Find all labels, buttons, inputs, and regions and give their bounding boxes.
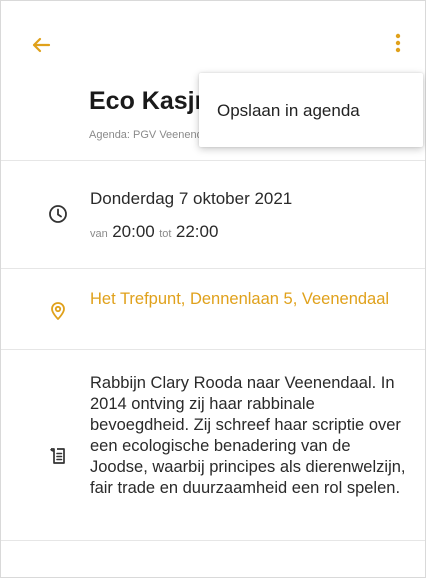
event-description: Rabbijn Clary Rooda naar Veenendaal. In …: [90, 374, 406, 497]
arrow-left-icon: [32, 37, 51, 53]
event-date: Donderdag 7 oktober 2021: [90, 189, 293, 208]
clock-icon: [49, 205, 67, 223]
top-app-bar: [1, 1, 425, 75]
event-location[interactable]: Het Trefpunt, Dennenlaan 5, Veenendaal: [90, 289, 390, 310]
end-time: 22:00: [175, 222, 219, 241]
back-button[interactable]: [29, 33, 53, 57]
more-options-button[interactable]: [386, 31, 410, 57]
start-time: 20:00: [112, 222, 155, 241]
notes-icon: [50, 448, 65, 464]
divider: [1, 349, 425, 350]
location-pin-icon: [51, 302, 65, 320]
divider: [1, 160, 425, 161]
divider: [1, 268, 425, 269]
event-time: van 20:00 tot 22:00: [90, 222, 218, 242]
more-vertical-icon: [395, 33, 401, 53]
time-from-label: van: [90, 228, 108, 240]
menu-item-save-to-calendar[interactable]: Opslaan in agenda: [217, 101, 360, 121]
overflow-menu: Opslaan in agenda: [199, 73, 423, 147]
time-to-label: tot: [159, 228, 172, 240]
divider: [1, 540, 425, 541]
